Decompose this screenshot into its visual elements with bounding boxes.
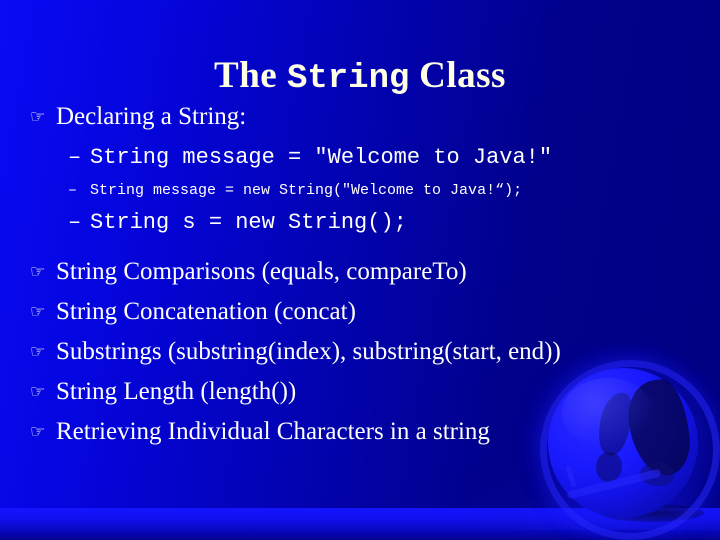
sub-bullet-item: – String message = "Welcome to Java!" <box>30 140 702 176</box>
globe-landmass <box>640 462 674 486</box>
bullet-item-label: Substrings (substring(index), substring(… <box>56 338 561 365</box>
dash-bullet-icon: – <box>68 145 82 170</box>
pointing-hand-bullet-icon: ☞ <box>30 107 46 127</box>
title-prefix: The <box>214 54 287 96</box>
bullet-item-label: String Comparisons (equals, compareTo) <box>56 258 467 285</box>
globe-landmass <box>596 452 622 482</box>
page-title: The String Class <box>0 54 720 98</box>
pointing-hand-bullet-icon: ☞ <box>30 302 46 322</box>
bullet-item: ☞ Retrieving Individual Characters in a s… <box>30 413 702 451</box>
dash-bullet-icon: – <box>68 182 78 199</box>
globe-shadow <box>600 504 704 522</box>
pointing-hand-bullet-icon: ☞ <box>30 262 46 282</box>
pointing-hand-bullet-icon: ☞ <box>30 422 46 442</box>
title-suffix: Class <box>409 54 506 96</box>
bullet-item: ☞ String Concatenation (concat) <box>30 293 702 331</box>
bullet-item: ☞ Declaring a String: <box>30 98 702 136</box>
sub-bullet-item: – String message = new String("Welcome to… <box>30 176 702 205</box>
code-snippet: String message = new String("Welcome to … <box>90 182 523 199</box>
pointing-hand-bullet-icon: ☞ <box>30 382 46 402</box>
bullet-item-label: Retrieving Individual Characters in a st… <box>56 418 490 445</box>
bullet-item: ☞ String Length (length()) <box>30 373 702 411</box>
bullet-item: ☞ Substrings (substring(index), substring… <box>30 333 702 371</box>
bullet-list: ☞ Declaring a String: – String message = "W… <box>30 98 702 453</box>
globe-stand-axis <box>565 465 577 488</box>
bullet-item-label: String Concatenation (concat) <box>56 298 356 325</box>
floor-band <box>0 508 720 540</box>
pointing-hand-bullet-icon: ☞ <box>30 342 46 362</box>
title-keyword: String <box>286 59 410 98</box>
slide: The String Class ☞ Declaring a String: – St… <box>0 0 720 540</box>
code-snippet: String message = "Welcome to Java!" <box>90 145 553 170</box>
dash-bullet-icon: – <box>68 210 82 235</box>
bullet-item-label: Declaring a String: <box>56 103 247 130</box>
code-snippet: String s = new String(); <box>90 210 407 235</box>
bullet-item: ☞ String Comparisons (equals, compareTo) <box>30 253 702 291</box>
globe-stand <box>566 468 662 500</box>
sub-bullet-item: – String s = new String(); <box>30 205 702 241</box>
floor-glow <box>470 470 720 530</box>
bullet-item-label: String Length (length()) <box>56 378 297 405</box>
